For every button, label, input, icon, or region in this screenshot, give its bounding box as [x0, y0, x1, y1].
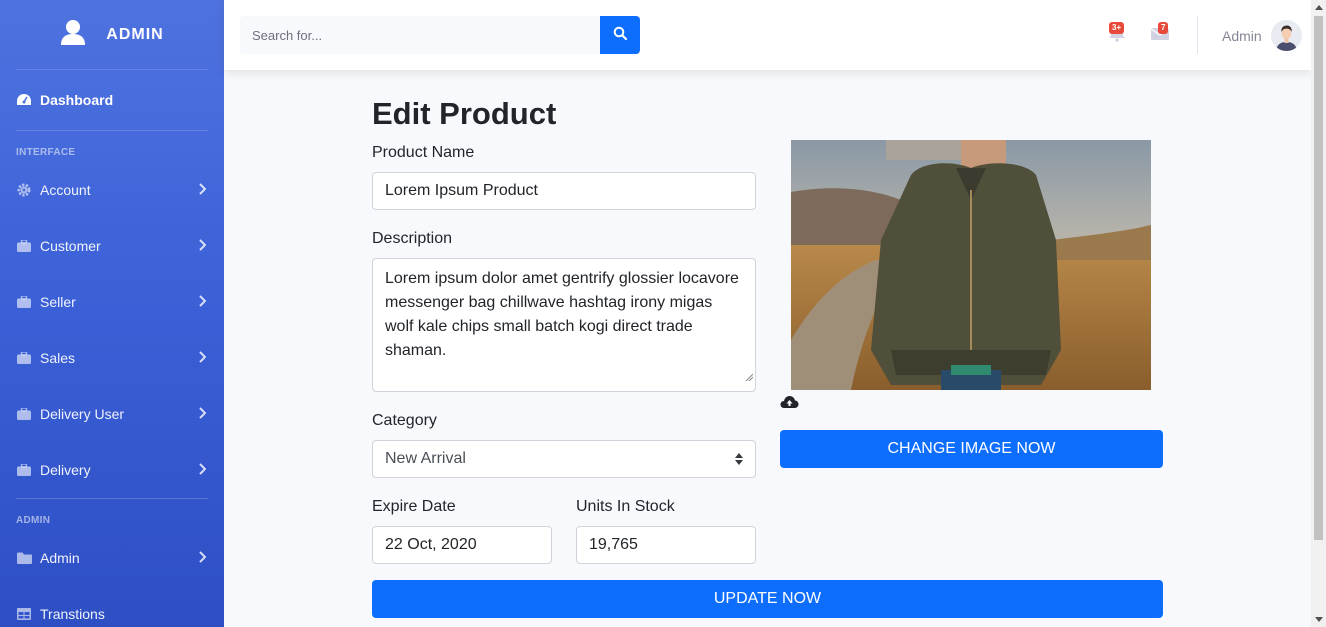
sidebar-item-label: Customer — [40, 238, 101, 254]
sidebar-item-label: Dashboard — [40, 92, 114, 108]
scroll-down-arrow[interactable] — [1315, 617, 1323, 622]
avatar[interactable] — [1271, 20, 1302, 51]
sidebar-item-label: Delivery User — [40, 406, 125, 422]
sidebar-item-label: Sales — [40, 350, 76, 366]
chevron-right-icon — [198, 406, 207, 422]
expire-date-value: 22 Oct, 2020 — [385, 536, 477, 553]
search-button[interactable] — [600, 16, 640, 54]
sidebar-item-delivery[interactable]: Delivery — [0, 442, 224, 498]
sidebar-item-label: Account — [40, 182, 91, 198]
sidebar: ADMIN Dashboard INTERFACE Account Custom… — [0, 0, 224, 627]
units-in-stock-label: Units In Stock — [576, 498, 675, 515]
resize-handle[interactable] — [745, 365, 754, 389]
sidebar-item-transtions[interactable]: Transtions — [0, 586, 224, 627]
units-in-stock-input[interactable]: 19,765 — [576, 526, 756, 564]
folder-icon — [16, 550, 32, 566]
chevron-right-icon — [198, 182, 207, 198]
scroll-thumb[interactable] — [1314, 16, 1323, 540]
sidebar-item-label: Seller — [40, 294, 76, 310]
briefcase-icon — [16, 406, 32, 422]
change-image-button[interactable]: CHANGE IMAGE NOW — [780, 430, 1163, 468]
expire-date-label: Expire Date — [372, 498, 456, 515]
sidebar-item-label: Transtions — [40, 606, 105, 622]
category-label: Category — [372, 412, 437, 429]
product-image — [791, 140, 1151, 390]
sidebar-item-sales[interactable]: Sales — [0, 330, 224, 386]
search-icon — [613, 26, 628, 45]
search-bar — [240, 16, 640, 54]
description-label: Description — [372, 230, 453, 247]
product-name-label: Product Name — [372, 144, 475, 161]
topbar-divider — [1197, 16, 1198, 54]
table-icon — [16, 606, 32, 622]
update-label: UPDATE NOW — [713, 590, 822, 607]
change-image-label: CHANGE IMAGE NOW — [887, 440, 1056, 457]
sidebar-item-customer[interactable]: Customer — [0, 218, 224, 274]
product-name-input[interactable]: Lorem Ipsum Product — [372, 172, 756, 210]
briefcase-icon — [16, 462, 32, 478]
scroll-up-arrow[interactable] — [1315, 5, 1323, 10]
page-scrollbar[interactable] — [1311, 0, 1326, 627]
search-input[interactable] — [240, 16, 600, 54]
sidebar-item-label: Admin — [40, 550, 80, 566]
gear-icon — [16, 182, 32, 198]
chevron-right-icon — [198, 350, 207, 366]
chevron-right-icon — [198, 238, 207, 254]
alerts-button[interactable]: 3+ — [1107, 22, 1127, 47]
brand-text: ADMIN — [106, 25, 164, 43]
messages-badge: 7 — [1158, 22, 1169, 34]
topbar: 3+ 7 Admin — [224, 0, 1311, 70]
category-value: New Arrival — [385, 450, 466, 467]
sidebar-item-label: Delivery — [40, 462, 91, 478]
alerts-badge: 3+ — [1109, 22, 1125, 34]
tachometer-icon — [16, 92, 32, 108]
cloud-upload-icon[interactable] — [780, 394, 799, 415]
description-value: Lorem ipsum dolor amet gentrify glossier… — [385, 270, 739, 359]
briefcase-icon — [16, 294, 32, 310]
chevron-right-icon — [198, 462, 207, 478]
sidebar-item-admin[interactable]: Admin — [0, 530, 224, 586]
user-name[interactable]: Admin — [1222, 28, 1262, 44]
sidebar-item-account[interactable]: Account — [0, 162, 224, 218]
chevron-right-icon — [198, 294, 207, 310]
briefcase-icon — [16, 238, 32, 254]
description-textarea[interactable]: Lorem ipsum dolor amet gentrify glossier… — [372, 258, 756, 392]
chevron-right-icon — [198, 550, 207, 566]
briefcase-icon — [16, 350, 32, 366]
category-select[interactable]: New Arrival — [372, 440, 756, 478]
select-arrows-icon — [735, 453, 743, 465]
messages-button[interactable]: 7 — [1150, 22, 1170, 47]
user-icon — [60, 19, 86, 50]
sidebar-heading-interface: INTERFACE — [16, 147, 76, 158]
sidebar-heading-admin: ADMIN — [16, 515, 51, 526]
units-in-stock-value: 19,765 — [589, 536, 638, 553]
product-name-value: Lorem Ipsum Product — [385, 182, 538, 199]
expire-date-input[interactable]: 22 Oct, 2020 — [372, 526, 552, 564]
update-button[interactable]: UPDATE NOW — [372, 580, 1163, 618]
sidebar-item-dashboard[interactable]: Dashboard — [0, 70, 224, 130]
sidebar-brand[interactable]: ADMIN — [16, 0, 208, 70]
sidebar-item-delivery-user[interactable]: Delivery User — [0, 386, 224, 442]
sidebar-item-seller[interactable]: Seller — [0, 274, 224, 330]
page-title: Edit Product — [372, 96, 557, 131]
